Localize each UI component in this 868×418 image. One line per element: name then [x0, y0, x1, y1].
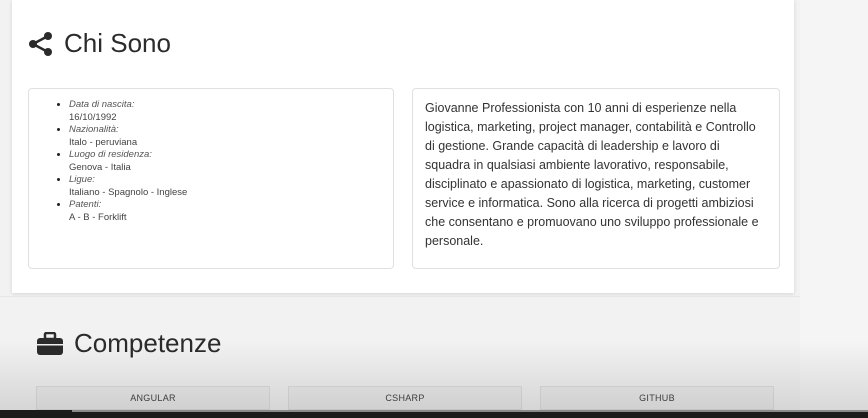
list-item: Data di nascita: 16/10/1992: [69, 99, 393, 124]
personal-info-list: Data di nascita: 16/10/1992 Nazionalità:…: [29, 89, 393, 224]
bottom-bar: [0, 410, 868, 418]
list-item: Luogo di residenza: Genova - Italia: [69, 149, 393, 174]
info-value: Italiano - Spagnolo - Inglese: [69, 186, 188, 198]
info-value: 16/10/1992: [69, 111, 117, 123]
list-item: Ligue: Italiano - Spagnolo - Inglese: [69, 174, 393, 199]
info-value: Genova - Italia: [69, 161, 131, 173]
section-divider: [0, 296, 800, 297]
skills-title-text: Competenze: [74, 328, 222, 358]
info-value: Italo - peruviana: [69, 136, 138, 148]
skill-button-github[interactable]: GITHUB: [540, 386, 774, 410]
skill-button-csharp[interactable]: CSHARP: [288, 386, 522, 410]
skill-button-angular[interactable]: ANGULAR: [36, 386, 270, 410]
skills-list: ANGULAR CSHARP GITHUB: [36, 386, 774, 410]
personal-info-box: Data di nascita: 16/10/1992 Nazionalità:…: [28, 88, 394, 269]
share-icon: [28, 31, 54, 57]
info-label: Patenti:: [69, 199, 102, 210]
info-label: Data di nascita:: [69, 99, 135, 110]
bio-box: Giovanne Professionista con 10 anni di e…: [412, 88, 780, 269]
briefcase-icon: [36, 331, 64, 356]
skills-heading: Competenze: [36, 328, 221, 359]
list-item: Nazionalità: Italo - peruviana: [69, 124, 393, 149]
about-title-text: Chi Sono: [64, 28, 171, 58]
info-label: Luogo di residenza:: [69, 149, 152, 160]
right-background: [800, 0, 868, 418]
info-value: A - B - Forklift: [69, 211, 127, 223]
info-label: Ligue:: [69, 174, 95, 185]
about-heading: Chi Sono: [28, 28, 171, 59]
bio-text: Giovanne Professionista con 10 anni di e…: [425, 101, 759, 248]
info-label: Nazionalità:: [69, 124, 119, 135]
list-item: Patenti: A - B - Forklift: [69, 199, 393, 224]
